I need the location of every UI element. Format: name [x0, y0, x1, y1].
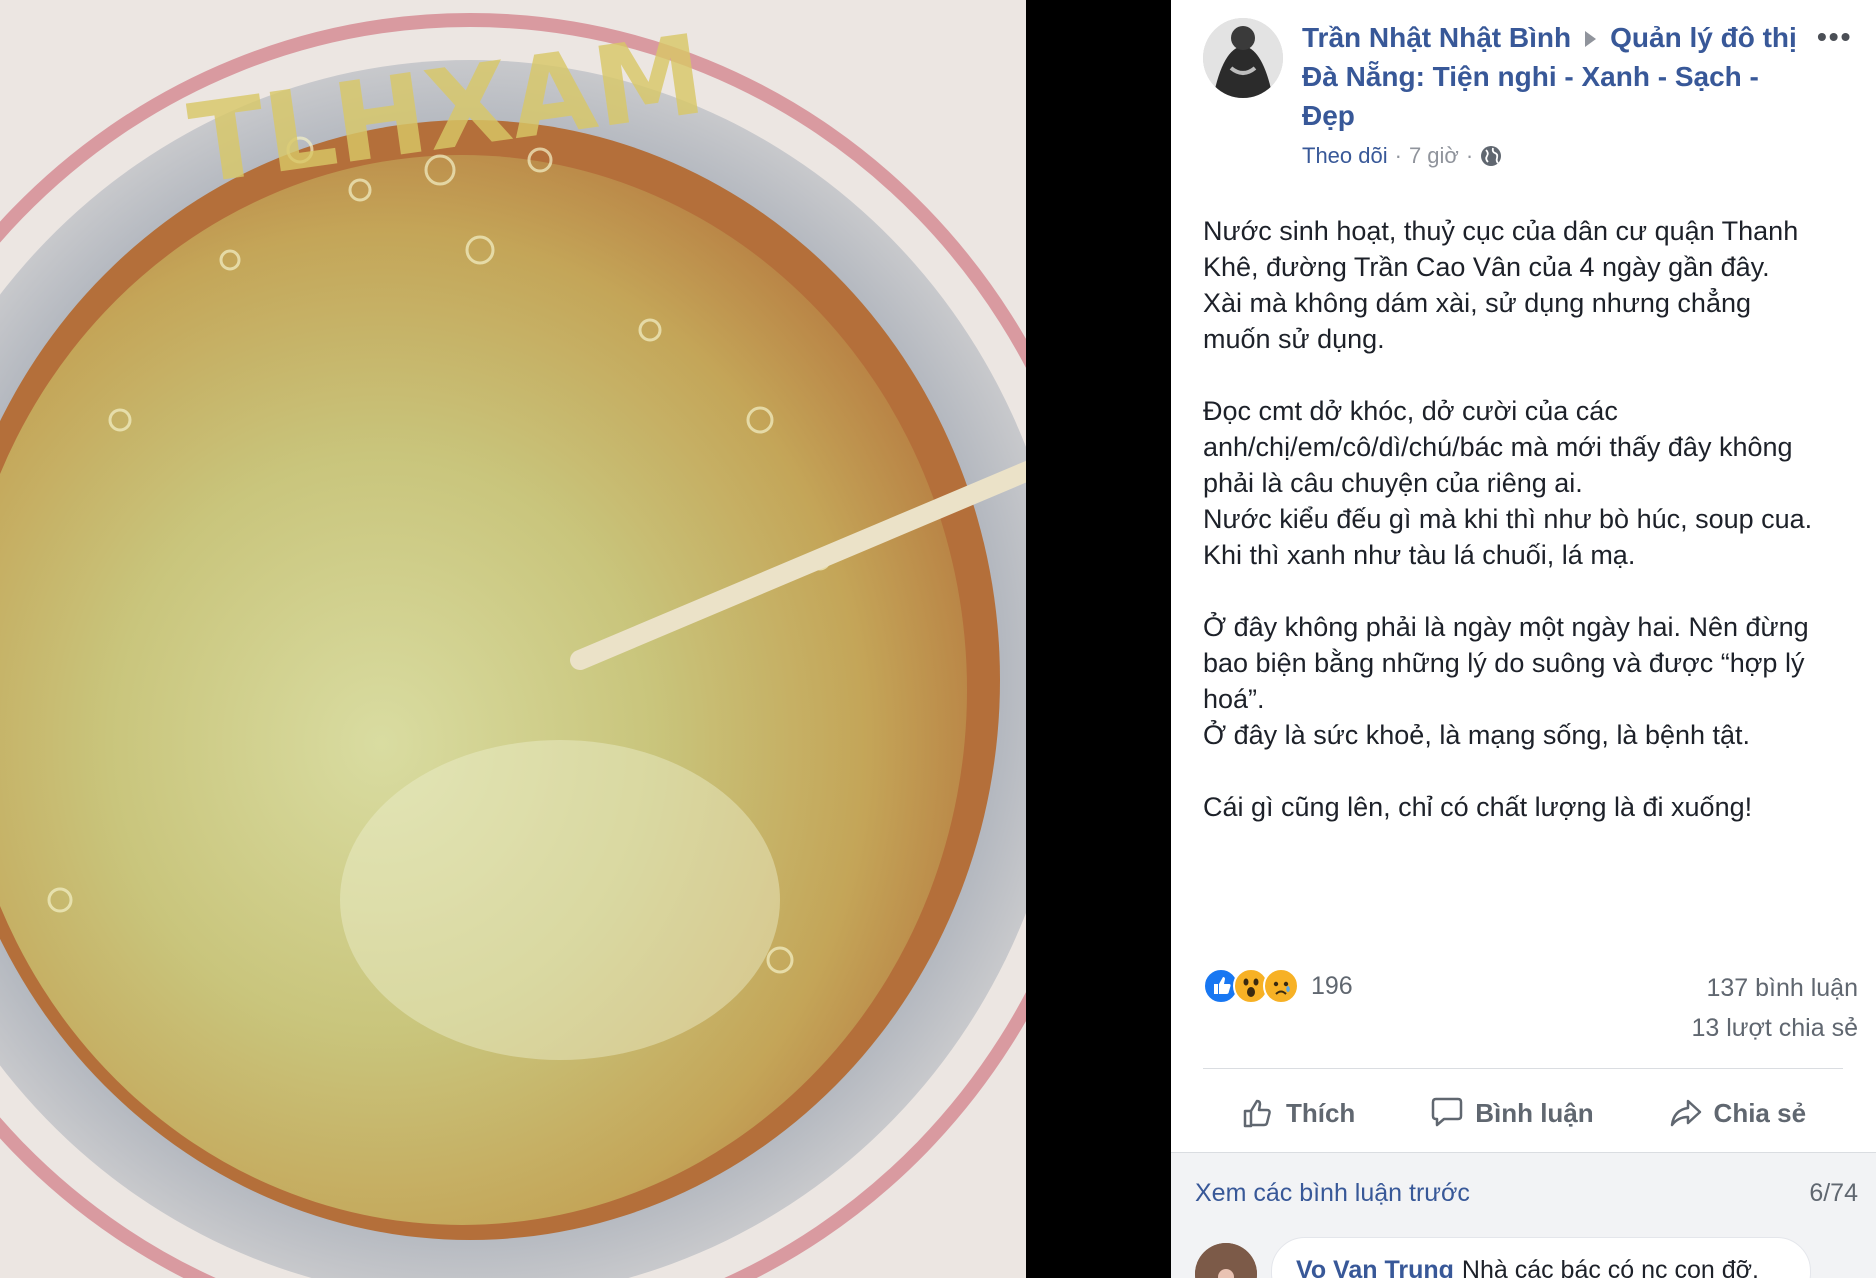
share-label: Chia sẻ	[1713, 1097, 1807, 1128]
post-line: muốn sử dụng.	[1203, 324, 1385, 354]
globe-icon[interactable]	[1480, 145, 1502, 167]
post-paragraph-4: Cái gì cũng lên, chỉ có chất lượng là đi…	[1203, 789, 1863, 825]
sad-reaction-icon	[1263, 968, 1299, 1004]
group-name-link[interactable]: Quản lý đô thị	[1610, 22, 1797, 53]
post-stats: 137 bình luận 13 lượt chia sẻ	[1691, 968, 1858, 1048]
post-meta: Theo dõi · 7 giờ ·	[1302, 141, 1502, 171]
commenter-avatar[interactable]	[1195, 1243, 1257, 1278]
post-actions: Thích Bình luận Chia sẻ	[1203, 1088, 1843, 1138]
arrow-right-icon	[1585, 30, 1597, 47]
post-header: Trần Nhật Nhật Bình Quản lý đô thị Đà Nẵn…	[1302, 18, 1822, 135]
comments-count-link[interactable]: 137 bình luận	[1691, 968, 1858, 1008]
post-line: Khi thì xanh như tàu lá chuối, lá mạ.	[1203, 540, 1636, 570]
comment-label: Bình luận	[1475, 1097, 1594, 1128]
post-line: bao biện bằng những lý do suông và được …	[1203, 648, 1805, 678]
person-avatar-icon	[1195, 1243, 1257, 1278]
reaction-count[interactable]: 196	[1311, 972, 1353, 1001]
comment-bubble: Vo Van Trung Nhà các bác có nc con đỡ.	[1271, 1237, 1811, 1278]
post-line: Xài mà không dám xài, sử dụng nhưng chẳn…	[1203, 288, 1751, 318]
more-options-button[interactable]: •••	[1817, 22, 1852, 52]
post-line: phải là câu chuyện của riêng ai.	[1203, 468, 1583, 498]
commenter-name-link[interactable]: Vo Van Trung	[1296, 1256, 1454, 1278]
meta-separator: ·	[1394, 143, 1402, 168]
comments-page-count: 6/74	[1809, 1179, 1858, 1207]
post-time[interactable]: 7 giờ	[1409, 141, 1459, 171]
group-name-link-line3[interactable]: Đẹp	[1302, 100, 1355, 131]
comments-section: Xem các bình luận trước 6/74 Vo Van Trun…	[1171, 1152, 1876, 1278]
post-line: Cái gì cũng lên, chỉ có chất lượng là đi…	[1203, 792, 1753, 822]
post-photo[interactable]: TLHXAM	[0, 0, 1026, 1278]
post-line: Ở đây là sức khoẻ, là mạng sống, là bệnh…	[1203, 720, 1751, 750]
post-paragraph-3: Ở đây không phải là ngày một ngày hai. N…	[1203, 609, 1863, 753]
reactions-summary[interactable]: 196	[1203, 968, 1353, 1004]
like-button[interactable]: Thích	[1240, 1095, 1355, 1131]
post-line: anh/chị/em/cô/dì/chú/bác mà mới thấy đây…	[1203, 432, 1793, 462]
post-body: Nước sinh hoạt, thuỷ cục của dân cư quận…	[1203, 213, 1863, 861]
divider	[1203, 1068, 1843, 1069]
view-previous-comments-link[interactable]: Xem các bình luận trước	[1195, 1179, 1470, 1208]
post-paragraph-2: Đọc cmt dở khóc, dở cười của các anh/chị…	[1203, 393, 1863, 573]
like-label: Thích	[1285, 1097, 1356, 1128]
comment-button[interactable]: Bình luận	[1429, 1095, 1594, 1131]
post-line: Ở đây không phải là ngày một ngày hai. N…	[1203, 612, 1809, 642]
share-arrow-icon	[1670, 1099, 1701, 1127]
post-line: Nước sinh hoạt, thuỷ cục của dân cư quận…	[1203, 216, 1799, 246]
author-avatar[interactable]	[1203, 18, 1283, 98]
thumbs-up-icon	[1243, 1099, 1271, 1128]
post-line: Khê, đường Trần Cao Vân của 4 ngày gần đ…	[1203, 252, 1770, 282]
facebook-photo-viewer: TLHXAM Trần Nhật Nhật Bình Quản lý đô thị…	[0, 0, 1876, 1278]
comment-text: Nhà các bác có nc con đỡ.	[1461, 1256, 1759, 1278]
author-name-link[interactable]: Trần Nhật Nhật Bình	[1302, 22, 1571, 53]
share-button[interactable]: Chia sẻ	[1668, 1095, 1807, 1131]
shares-count-link[interactable]: 13 lượt chia sẻ	[1691, 1008, 1858, 1048]
water-bowl-image: TLHXAM	[0, 0, 1026, 1278]
post-panel: Trần Nhật Nhật Bình Quản lý đô thị Đà Nẵn…	[1171, 0, 1876, 1278]
comment-bubble-icon	[1431, 1097, 1463, 1127]
follow-link[interactable]: Theo dõi	[1302, 141, 1388, 171]
person-avatar-icon	[1203, 18, 1283, 98]
post-paragraph-1: Nước sinh hoạt, thuỷ cục của dân cư quận…	[1203, 213, 1863, 357]
post-line: Đọc cmt dở khóc, dở cười của các	[1203, 396, 1618, 426]
post-line: hoá”.	[1203, 684, 1265, 714]
group-name-link-line2[interactable]: Đà Nẵng: Tiện nghi - Xanh - Sạch -	[1302, 61, 1759, 92]
meta-separator: ·	[1465, 143, 1474, 168]
post-line: Nước kiểu đếu gì mà khi thì như bò húc, …	[1203, 504, 1813, 534]
